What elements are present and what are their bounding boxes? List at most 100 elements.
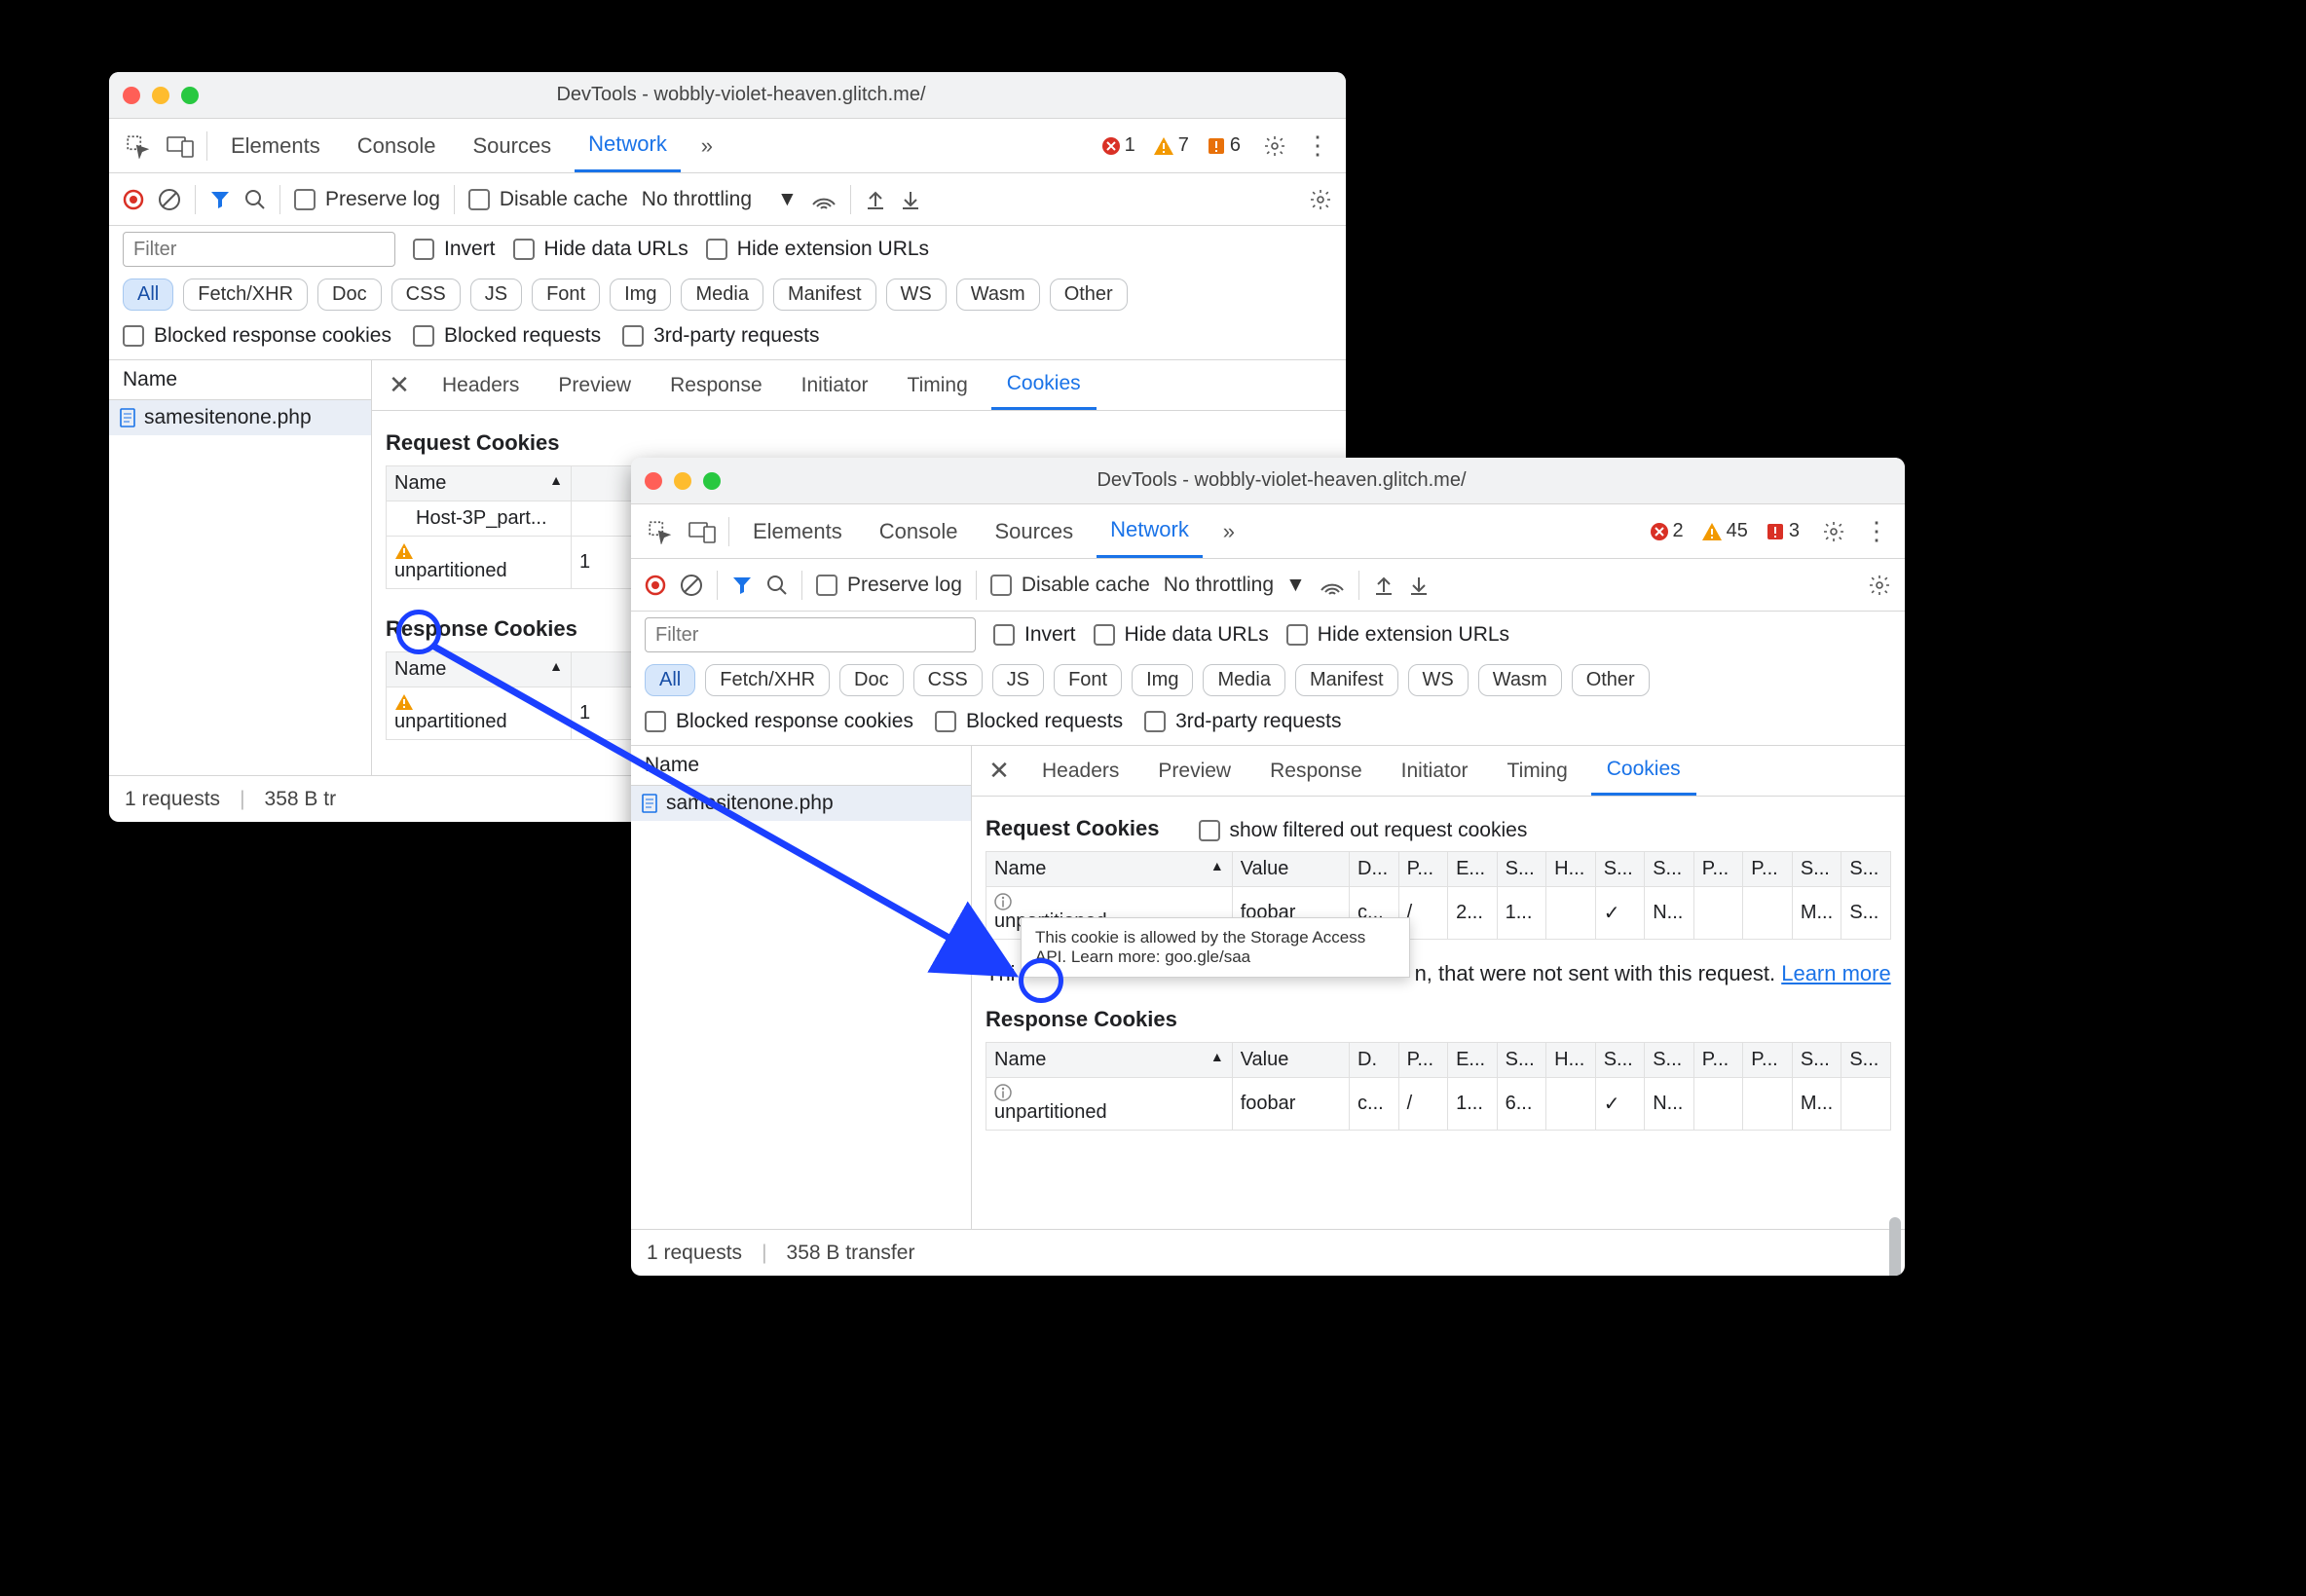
blocked-requests-checkbox[interactable]: Blocked requests — [413, 324, 601, 348]
name-column-header[interactable]: Name — [109, 360, 371, 400]
cookie-row[interactable]: Host-3P_part... — [387, 501, 572, 537]
tab-sources[interactable]: Sources — [459, 119, 565, 172]
type-manifest[interactable]: Manifest — [1295, 664, 1398, 696]
search-icon[interactable] — [244, 189, 266, 210]
tab-console[interactable]: Console — [344, 119, 450, 172]
warning-count[interactable]: 7 — [1153, 134, 1189, 157]
tab-elements[interactable]: Elements — [739, 504, 856, 558]
type-all[interactable]: All — [645, 664, 695, 696]
dtab-headers[interactable]: Headers — [427, 360, 535, 410]
search-icon[interactable] — [766, 575, 788, 596]
download-icon[interactable] — [1408, 575, 1430, 596]
tab-elements[interactable]: Elements — [217, 119, 334, 172]
minimize-window-button[interactable] — [152, 87, 169, 104]
type-doc[interactable]: Doc — [317, 278, 382, 311]
settings-icon[interactable] — [1258, 130, 1291, 163]
request-row[interactable]: samesitenone.php — [631, 786, 971, 821]
col-name[interactable]: Name▲ — [986, 852, 1233, 887]
type-css[interactable]: CSS — [913, 664, 983, 696]
type-img[interactable]: Img — [610, 278, 671, 311]
settings-icon[interactable] — [1817, 515, 1850, 548]
disable-cache-checkbox[interactable]: Disable cache — [990, 574, 1150, 597]
type-media[interactable]: Media — [1203, 664, 1284, 696]
more-tabs-icon[interactable]: » — [690, 130, 724, 163]
maximize-window-button[interactable] — [703, 472, 721, 490]
type-js[interactable]: JS — [470, 278, 522, 311]
type-js[interactable]: JS — [992, 664, 1044, 696]
warning-count[interactable]: 45 — [1701, 520, 1748, 542]
request-row[interactable]: samesitenone.php — [109, 400, 371, 435]
network-settings-icon[interactable] — [1868, 574, 1891, 597]
type-ws[interactable]: WS — [1408, 664, 1469, 696]
blocked-requests-checkbox[interactable]: Blocked requests — [935, 710, 1123, 733]
dtab-response[interactable]: Response — [1254, 746, 1378, 796]
dtab-initiator[interactable]: Initiator — [786, 360, 884, 410]
scrollbar[interactable] — [1889, 1217, 1901, 1276]
dtab-timing[interactable]: Timing — [1492, 746, 1583, 796]
type-other[interactable]: Other — [1572, 664, 1650, 696]
dtab-preview[interactable]: Preview — [542, 360, 647, 410]
throttling-select[interactable]: No throttling ▼ — [642, 188, 798, 211]
tab-network[interactable]: Network — [1097, 504, 1203, 558]
close-window-button[interactable] — [645, 472, 662, 490]
dtab-cookies[interactable]: Cookies — [1591, 746, 1696, 796]
blocked-response-cookies-checkbox[interactable]: Blocked response cookies — [123, 324, 391, 348]
device-toggle-icon[interactable] — [164, 130, 197, 163]
filter-input[interactable] — [123, 232, 395, 267]
dtab-response[interactable]: Response — [654, 360, 778, 410]
type-doc[interactable]: Doc — [839, 664, 904, 696]
clear-icon[interactable] — [680, 574, 703, 597]
type-wasm[interactable]: Wasm — [1478, 664, 1562, 696]
tab-sources[interactable]: Sources — [981, 504, 1087, 558]
third-party-checkbox[interactable]: 3rd-party requests — [1144, 710, 1341, 733]
name-column-header[interactable]: Name — [631, 746, 971, 786]
show-filtered-checkbox[interactable]: show filtered out request cookies — [1199, 819, 1528, 842]
type-fetch[interactable]: Fetch/XHR — [705, 664, 830, 696]
cookie-row[interactable]: unpartitioned foobar c... / 1... 6... ✓ … — [986, 1078, 1891, 1131]
record-icon[interactable] — [123, 189, 144, 210]
type-wasm[interactable]: Wasm — [956, 278, 1040, 311]
invert-checkbox[interactable]: Invert — [413, 238, 496, 261]
hide-data-urls-checkbox[interactable]: Hide data URLs — [513, 238, 688, 261]
type-ws[interactable]: WS — [886, 278, 947, 311]
tab-console[interactable]: Console — [866, 504, 972, 558]
device-toggle-icon[interactable] — [686, 515, 719, 548]
inspect-icon[interactable] — [121, 130, 154, 163]
col-name[interactable]: Name▲ — [986, 1043, 1233, 1078]
filter-icon[interactable] — [209, 189, 231, 210]
dtab-preview[interactable]: Preview — [1142, 746, 1246, 796]
type-img[interactable]: Img — [1132, 664, 1193, 696]
clear-icon[interactable] — [158, 188, 181, 211]
dtab-cookies[interactable]: Cookies — [991, 360, 1097, 410]
network-settings-icon[interactable] — [1309, 188, 1332, 211]
dtab-initiator[interactable]: Initiator — [1386, 746, 1484, 796]
close-details-icon[interactable]: ✕ — [380, 370, 419, 400]
close-details-icon[interactable]: ✕ — [980, 756, 1019, 786]
error-count[interactable]: 1 — [1101, 134, 1135, 157]
learn-more-link[interactable]: Learn more — [1781, 961, 1891, 985]
type-all[interactable]: All — [123, 278, 173, 311]
close-window-button[interactable] — [123, 87, 140, 104]
throttling-select[interactable]: No throttling ▼ — [1164, 574, 1306, 597]
dtab-headers[interactable]: Headers — [1026, 746, 1134, 796]
filter-icon[interactable] — [731, 575, 753, 596]
network-conditions-icon[interactable] — [1320, 575, 1345, 596]
kebab-menu-icon[interactable]: ⋮ — [1301, 130, 1334, 163]
preserve-log-checkbox[interactable]: Preserve log — [294, 188, 440, 211]
blocked-response-cookies-checkbox[interactable]: Blocked response cookies — [645, 710, 913, 733]
issue-count[interactable]: 3 — [1766, 520, 1800, 542]
hide-extension-urls-checkbox[interactable]: Hide extension URLs — [1286, 623, 1509, 647]
kebab-menu-icon[interactable]: ⋮ — [1860, 515, 1893, 548]
name-col[interactable]: Name▲ — [387, 652, 572, 687]
third-party-checkbox[interactable]: 3rd-party requests — [622, 324, 819, 348]
disable-cache-checkbox[interactable]: Disable cache — [468, 188, 628, 211]
type-fetch[interactable]: Fetch/XHR — [183, 278, 308, 311]
dtab-timing[interactable]: Timing — [892, 360, 984, 410]
more-tabs-icon[interactable]: » — [1212, 515, 1246, 548]
filter-input[interactable] — [645, 617, 976, 652]
error-count[interactable]: 2 — [1650, 520, 1684, 542]
upload-icon[interactable] — [865, 189, 886, 210]
upload-icon[interactable] — [1373, 575, 1395, 596]
name-col[interactable]: Name▲ — [387, 466, 572, 501]
cookie-row[interactable]: unpartitioned — [387, 537, 572, 589]
